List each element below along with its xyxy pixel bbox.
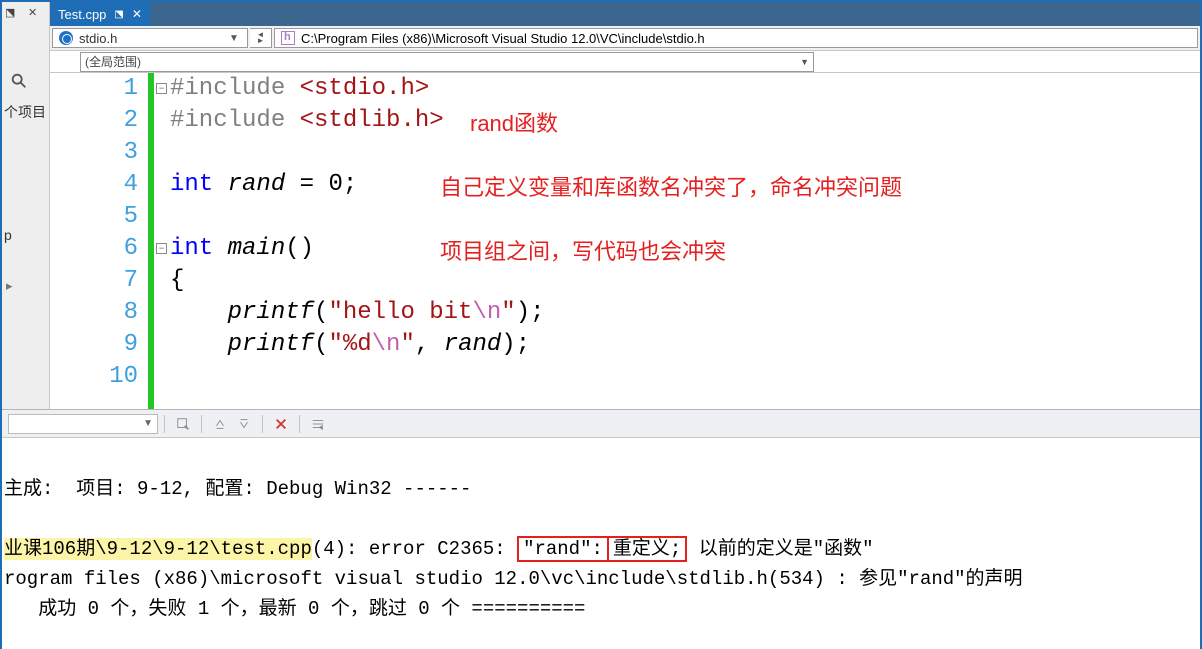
line-number: 10 xyxy=(50,361,138,393)
toolbar-prev-icon[interactable] xyxy=(209,414,231,434)
line-number: 8 xyxy=(50,297,138,329)
line-number: 9 xyxy=(50,329,138,361)
toolbar-find-icon[interactable] xyxy=(172,414,194,434)
output-line-part: 以前的定义是"函数" xyxy=(687,538,873,560)
code-line: printf("hello bit\n"); xyxy=(170,297,1200,329)
output-line-part: (4): error C2365: xyxy=(312,538,517,560)
output-line: rogram files (x86)\microsoft visual stud… xyxy=(4,568,1023,590)
globe-icon xyxy=(59,31,73,45)
code-line xyxy=(170,201,1200,233)
line-number: 2 xyxy=(50,105,138,137)
fold-gutter: − − xyxy=(154,73,170,409)
separator xyxy=(262,415,263,433)
separator xyxy=(164,415,165,433)
code-text-area[interactable]: #include <stdio.h> #include <stdlib.h> i… xyxy=(170,73,1200,409)
toolbar-wrap-icon[interactable] xyxy=(307,414,329,434)
sidebar-label: 个项目 xyxy=(4,102,46,122)
output-error-symbol: "rand": xyxy=(517,536,609,562)
top-split: ⬔ ✕ 个项目 p ▸ Test.cpp ⬔ ✕ xyxy=(2,2,1200,410)
scope-combo-label: (全局范围) xyxy=(85,53,141,70)
navigation-bar: stdio.h ▼ ◄► C:\Program Files (x86)\Micr… xyxy=(50,26,1200,51)
nav-fwd-icon[interactable]: ► xyxy=(257,38,265,44)
code-line xyxy=(170,137,1200,169)
tool-sidebar: ⬔ ✕ 个项目 p ▸ xyxy=(2,2,50,409)
code-line: { xyxy=(170,265,1200,297)
output-source-combo[interactable]: ▼ xyxy=(8,414,158,434)
code-line: #include <stdio.h> xyxy=(170,73,1200,105)
document-tab-title: Test.cpp xyxy=(58,7,106,22)
toolbar-next-icon[interactable] xyxy=(233,414,255,434)
sidebar-expand-icon[interactable]: ▸ xyxy=(6,278,13,294)
output-error-kind: 重定义; xyxy=(607,536,687,562)
fold-toggle-icon[interactable]: − xyxy=(156,83,167,94)
search-icon[interactable] xyxy=(10,72,28,90)
code-editor[interactable]: 1 2 3 4 5 6 7 8 9 10 − − #include < xyxy=(50,73,1200,409)
toolbar-clear-icon[interactable] xyxy=(270,414,292,434)
app-window: ⬔ ✕ 个项目 p ▸ Test.cpp ⬔ ✕ xyxy=(0,0,1202,649)
scope-row: (全局范围) ▼ xyxy=(50,51,1200,73)
code-line: #include <stdlib.h> xyxy=(170,105,1200,137)
close-icon[interactable]: ✕ xyxy=(132,7,142,21)
sidebar-pin-icon[interactable]: ⬔ xyxy=(5,6,15,19)
scope-file-combo[interactable]: stdio.h ▼ xyxy=(52,28,248,48)
sidebar-p-label: p xyxy=(4,227,12,243)
output-line: 主成: 项目: 9-12, 配置: Debug Win32 ------ xyxy=(4,478,471,500)
line-number: 7 xyxy=(50,265,138,297)
output-error-file: 业课106期\9-12\9-12\test.cpp xyxy=(4,538,312,560)
scope-file-label: stdio.h xyxy=(79,31,221,46)
output-line: 成功 0 个，失败 1 个，最新 0 个，跳过 0 个 ========== xyxy=(4,598,585,620)
nav-history-buttons[interactable]: ◄► xyxy=(250,28,272,48)
document-tab-active[interactable]: Test.cpp ⬔ ✕ xyxy=(50,2,150,26)
line-number: 3 xyxy=(50,137,138,169)
code-line: printf("%d\n", rand); xyxy=(170,329,1200,361)
chevron-down-icon[interactable]: ▼ xyxy=(227,33,241,44)
annotation-text: 项目组之间，写代码也会冲突 xyxy=(440,234,726,266)
line-number: 1 xyxy=(50,73,138,105)
separator xyxy=(299,415,300,433)
line-number: 5 xyxy=(50,201,138,233)
scope-combo[interactable]: (全局范围) ▼ xyxy=(80,52,814,72)
annotation-text: rand函数 xyxy=(470,106,558,138)
line-number-gutter: 1 2 3 4 5 6 7 8 9 10 xyxy=(50,73,148,409)
line-number: 4 xyxy=(50,169,138,201)
separator xyxy=(201,415,202,433)
document-tab-row: Test.cpp ⬔ ✕ xyxy=(50,2,1200,26)
fold-toggle-icon[interactable]: − xyxy=(156,243,167,254)
sidebar-close-icon[interactable]: ✕ xyxy=(28,6,37,19)
output-toolbar: ▼ xyxy=(2,410,1200,438)
pin-icon[interactable]: ⬔ xyxy=(114,9,123,20)
header-file-icon xyxy=(281,31,295,45)
file-path-text: C:\Program Files (x86)\Microsoft Visual … xyxy=(301,31,705,46)
output-text-area[interactable]: 主成: 项目: 9-12, 配置: Debug Win32 ------ 业课1… xyxy=(2,438,1200,649)
line-number: 6 xyxy=(50,233,138,265)
chevron-down-icon[interactable]: ▼ xyxy=(800,57,809,67)
annotation-text: 自己定义变量和库函数名冲突了，命名冲突问题 xyxy=(440,170,902,202)
output-panel: ▼ 主成: 项目: 9-12, 配置: Debug Win32 ------ 业… xyxy=(2,410,1200,649)
file-path-box[interactable]: C:\Program Files (x86)\Microsoft Visual … xyxy=(274,28,1198,48)
editor-column: Test.cpp ⬔ ✕ stdio.h ▼ ◄► C:\Program Fil… xyxy=(50,2,1200,409)
